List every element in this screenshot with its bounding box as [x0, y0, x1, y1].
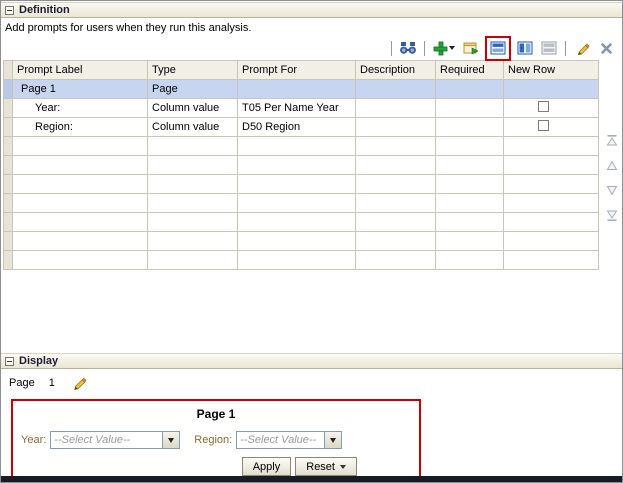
highlight-red-box — [485, 35, 511, 61]
toolbar-separator — [565, 40, 566, 56]
col-new-row: New Row — [503, 60, 599, 80]
col-prompt-for: Prompt For — [237, 60, 356, 80]
cell-type: Page — [147, 79, 238, 99]
table-row-empty[interactable] — [3, 193, 599, 213]
definition-title: Definition — [19, 4, 70, 16]
row-reorder-controls — [605, 134, 619, 222]
page-row: Page 1 — [1, 369, 622, 393]
cell-prompt-for — [237, 79, 356, 99]
new-row-checkbox[interactable] — [538, 120, 549, 131]
definition-toolbar — [1, 35, 622, 61]
cell-required — [435, 98, 504, 118]
cell-prompt-for: T05 Per Name Year — [237, 98, 356, 118]
new-dropdown-arrow-icon — [449, 46, 455, 50]
apply-button[interactable]: Apply — [241, 457, 292, 476]
cell-required — [435, 79, 504, 99]
cell-description — [355, 98, 436, 118]
region-label: Region: — [194, 434, 233, 446]
preview-panel: Page 1 Year: --Select Value-- Region: --… — [11, 399, 421, 482]
cell-description — [355, 117, 436, 137]
cell-new-row — [503, 117, 599, 137]
table-row-empty[interactable] — [3, 174, 599, 194]
table-row-page1[interactable]: Page 1 Page — [3, 79, 599, 99]
table-row-empty[interactable] — [3, 212, 599, 232]
reset-dropdown-arrow-icon — [340, 464, 346, 469]
move-to-bottom-icon[interactable] — [605, 209, 619, 222]
col-required: Required — [435, 60, 504, 80]
cell-type: Column value — [147, 117, 238, 137]
table-header-row: Prompt Label Type Prompt For Description… — [3, 60, 599, 80]
cell-description — [355, 79, 436, 99]
edit-page-icon[interactable] — [69, 373, 89, 392]
cell-new-row — [503, 79, 599, 99]
cell-prompt-label: Region: — [12, 117, 148, 137]
delete-icon[interactable] — [596, 39, 616, 58]
reset-button[interactable]: Reset — [295, 457, 357, 476]
prompts-table: Prompt Label Type Prompt For Description… — [3, 60, 599, 270]
page-label: Page — [9, 376, 35, 389]
preview-icon[interactable] — [398, 39, 418, 58]
table-row-region[interactable]: Region: Column value D50 Region — [3, 117, 599, 137]
bottom-bar — [1, 476, 622, 482]
prompt-row: Year: --Select Value-- Region: --Select … — [13, 421, 419, 457]
new-icon[interactable] — [431, 39, 457, 58]
cell-required — [435, 117, 504, 137]
grid-layout-icon[interactable] — [539, 39, 559, 58]
table-row-empty[interactable] — [3, 231, 599, 251]
definition-description: Add prompts for users when they run this… — [5, 22, 252, 34]
table-row-empty[interactable] — [3, 155, 599, 175]
table-row-empty[interactable] — [3, 250, 599, 270]
collapse-definition-icon[interactable] — [5, 5, 14, 15]
page-number: 1 — [48, 376, 55, 389]
display-header: Display — [1, 353, 622, 369]
cell-prompt-for: D50 Region — [237, 117, 356, 137]
definition-header: Definition — [1, 2, 622, 18]
display-title: Display — [19, 355, 59, 367]
preview-page-title: Page 1 — [196, 407, 236, 421]
insert-icon[interactable] — [461, 39, 481, 58]
new-row-checkbox[interactable] — [538, 101, 549, 112]
move-up-icon[interactable] — [605, 159, 619, 172]
col-type: Type — [147, 60, 238, 80]
table-row-year[interactable]: Year: Column value T05 Per Name Year — [3, 98, 599, 118]
cell-new-row — [503, 98, 599, 118]
toolbar-separator — [391, 40, 392, 56]
display-section: Display Page 1 Page 1 Year: --Select Val… — [1, 353, 622, 482]
row-layout-icon[interactable] — [488, 39, 508, 58]
preview-buttons-row: Apply Reset — [13, 457, 419, 476]
cell-prompt-label: Year: — [12, 98, 148, 118]
year-label: Year: — [21, 434, 47, 446]
col-prompt-label: Prompt Label — [12, 60, 148, 80]
gutter-header — [3, 60, 13, 80]
definition-section: Definition Add prompts for users when th… — [1, 2, 622, 270]
col-description: Description — [355, 60, 436, 80]
table-row-empty[interactable] — [3, 136, 599, 156]
region-value[interactable]: --Select Value-- — [236, 431, 326, 449]
cell-type: Column value — [147, 98, 238, 118]
column-layout-icon[interactable] — [515, 39, 535, 58]
region-dropdown-arrow-icon[interactable] — [325, 431, 343, 449]
collapse-display-icon[interactable] — [5, 356, 14, 366]
edit-icon[interactable] — [572, 39, 592, 58]
reset-button-label: Reset — [306, 460, 335, 473]
year-combobox[interactable]: --Select Value-- — [50, 431, 181, 449]
region-combobox[interactable]: --Select Value-- — [236, 431, 343, 449]
year-value[interactable]: --Select Value-- — [50, 431, 164, 449]
move-down-icon[interactable] — [605, 184, 619, 197]
toolbar-separator — [424, 40, 425, 56]
move-to-top-icon[interactable] — [605, 134, 619, 147]
year-dropdown-arrow-icon[interactable] — [163, 431, 181, 449]
cell-prompt-label: Page 1 — [12, 79, 148, 99]
prompt-editor-window: Definition Add prompts for users when th… — [0, 0, 623, 483]
